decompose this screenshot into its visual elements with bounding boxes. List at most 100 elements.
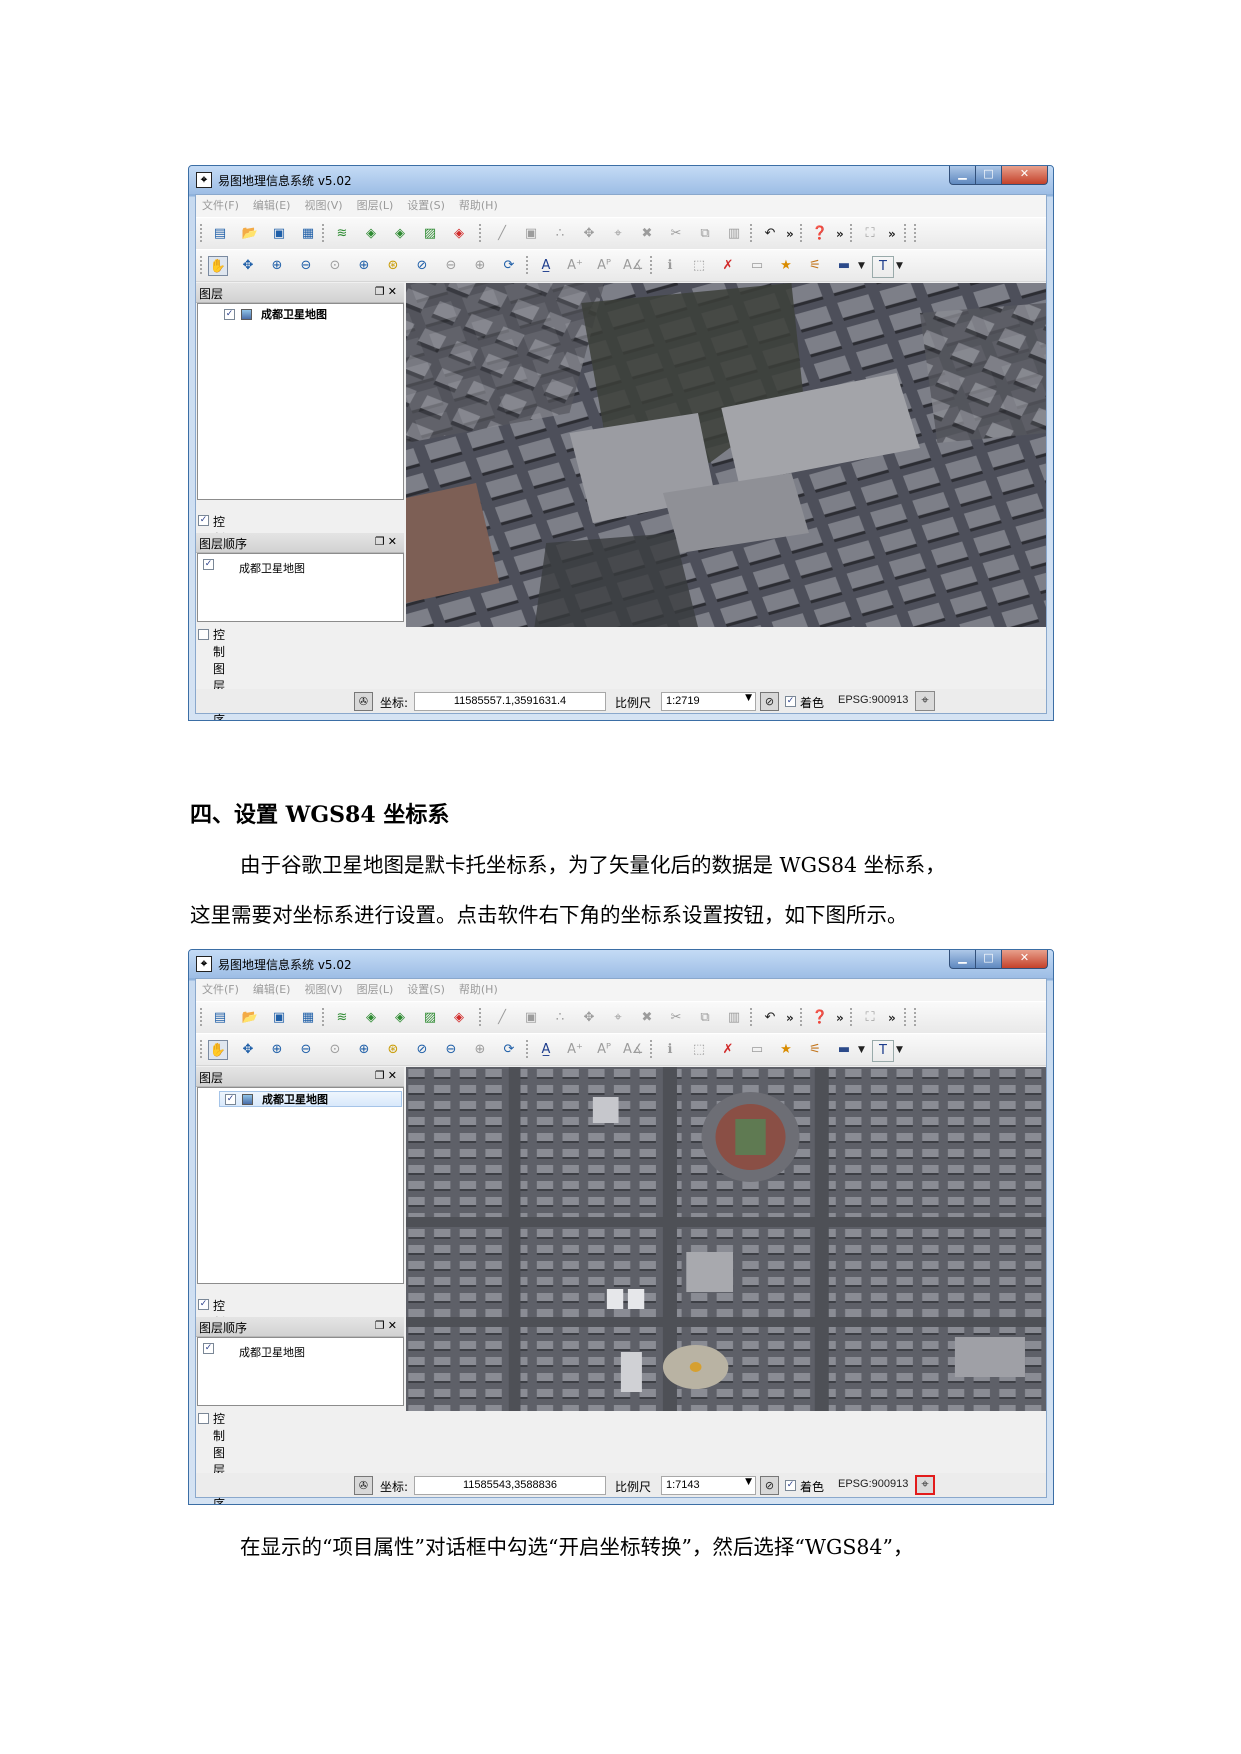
attribute-table-icon[interactable]: ▭: [747, 1040, 767, 1060]
toolbar-grip[interactable]: [650, 256, 655, 274]
toolbar-grip[interactable]: [850, 224, 855, 242]
help-icon[interactable]: ❓: [810, 224, 830, 244]
pan-tool-status-icon[interactable]: ✇: [354, 1476, 373, 1495]
more-chevron-icon[interactable]: »: [836, 224, 844, 244]
menu-help[interactable]: 帮助(H): [459, 195, 498, 217]
control-layer-order-checkbox[interactable]: [198, 629, 209, 640]
more-chevron-icon[interactable]: »: [836, 1008, 844, 1028]
save-as-icon[interactable]: ▦: [298, 1008, 318, 1028]
crs-settings-button[interactable]: ⌖: [915, 691, 935, 711]
label-add-icon[interactable]: A⁺: [565, 1040, 585, 1060]
dropdown-arrow-icon[interactable]: ▼: [858, 256, 865, 276]
scale-combo[interactable]: 1:2719 ▼: [661, 692, 756, 711]
more-chevron-icon[interactable]: »: [888, 224, 896, 244]
order-layer-checkbox[interactable]: ✓: [203, 1343, 214, 1354]
toolbar-grip[interactable]: [322, 224, 327, 242]
toolbar-grip[interactable]: [479, 1008, 484, 1026]
panel-float-close-icon[interactable]: ❐✕: [375, 285, 400, 298]
zoom-next-icon[interactable]: ⊕: [470, 1040, 490, 1060]
zoom-next-icon[interactable]: ⊕: [470, 256, 490, 276]
order-layer-name[interactable]: 成都卫星地图: [239, 560, 305, 576]
toolbar-grip[interactable]: [750, 1008, 755, 1026]
zoom-actual-icon[interactable]: ⊙: [325, 1040, 345, 1060]
toolbar-grip[interactable]: [750, 224, 755, 242]
add-vector-layer-icon[interactable]: ◈: [390, 1008, 410, 1028]
refresh-map-icon[interactable]: ⟳: [499, 256, 519, 276]
toolbar-grip[interactable]: [914, 224, 919, 242]
panel-float-close-icon[interactable]: ❐✕: [375, 535, 400, 548]
move-feature-icon[interactable]: ✥: [579, 1008, 599, 1028]
save-as-icon[interactable]: ▦: [298, 224, 318, 244]
zoom-actual-icon[interactable]: ⊙: [325, 256, 345, 276]
coord-field[interactable]: 11585543,3588836: [414, 1476, 606, 1495]
crs-settings-button[interactable]: ⌖: [915, 1475, 935, 1495]
stop-render-icon[interactable]: ⊘: [760, 692, 779, 711]
edit-pencil-icon[interactable]: ╱: [492, 1008, 512, 1028]
zoom-selection-icon[interactable]: ⊘: [412, 1040, 432, 1060]
label-rotate-icon[interactable]: A∡: [623, 1040, 644, 1060]
undo-icon[interactable]: ↶: [760, 1008, 780, 1028]
toolbar-grip[interactable]: [650, 1040, 655, 1058]
add-vector-layer-icon[interactable]: ◈: [390, 224, 410, 244]
toolbar-grip[interactable]: [479, 224, 484, 242]
node-tool-icon[interactable]: ⌖: [608, 1008, 628, 1028]
menu-view[interactable]: 视图(V): [304, 979, 342, 1001]
identify-icon[interactable]: ⛶: [860, 1008, 880, 1028]
more-chevron-icon[interactable]: »: [786, 1008, 794, 1028]
identify-icon[interactable]: ⛶: [860, 224, 880, 244]
menu-settings[interactable]: 设置(S): [407, 195, 445, 217]
layer-row[interactable]: ✓ 成都卫星地图: [219, 307, 402, 323]
map-canvas[interactable]: [406, 1067, 1046, 1411]
panel-float-close-icon[interactable]: ❐✕: [375, 1319, 400, 1332]
toolbar-grip[interactable]: [526, 256, 531, 274]
stop-render-icon[interactable]: ⊘: [760, 1476, 779, 1495]
new-layer-icon[interactable]: ≋: [332, 224, 352, 244]
deselect-icon[interactable]: ✗: [718, 1040, 738, 1060]
pan-select-icon[interactable]: ✋: [208, 256, 228, 276]
save-icon[interactable]: ▣: [269, 224, 289, 244]
select-feature-icon[interactable]: ⬚: [689, 256, 709, 276]
paste-icon[interactable]: ▥: [724, 1008, 744, 1028]
undo-icon[interactable]: ↶: [760, 224, 780, 244]
toolbar-grip[interactable]: [904, 1008, 909, 1026]
new-project-icon[interactable]: ▤: [210, 1008, 230, 1028]
menu-layer[interactable]: 图层(L): [357, 195, 394, 217]
identify-feature-icon[interactable]: ℹ: [660, 1040, 680, 1060]
label-pin-icon[interactable]: Aᴾ: [594, 256, 614, 276]
toolbar-grip[interactable]: [200, 224, 205, 242]
text-annotation-icon[interactable]: T: [872, 256, 894, 278]
maximize-button[interactable]: □: [976, 166, 1002, 185]
coord-field[interactable]: 11585557.1,3591631.4: [414, 692, 606, 711]
dropdown-arrow-icon[interactable]: ▼: [896, 1040, 903, 1060]
layer-visibility-checkbox[interactable]: ✓: [224, 309, 235, 320]
zoom-last-icon[interactable]: ⊖: [441, 256, 461, 276]
measure-line-icon[interactable]: ▬: [834, 256, 854, 276]
bookmark-icon[interactable]: ★: [776, 256, 796, 276]
refresh-map-icon[interactable]: ⟳: [499, 1040, 519, 1060]
measure-line-icon[interactable]: ▬: [834, 1040, 854, 1060]
pan-icon[interactable]: ✥: [238, 256, 258, 276]
add-layer-icon[interactable]: ◈: [361, 1008, 381, 1028]
maximize-button[interactable]: □: [976, 950, 1002, 969]
menu-file[interactable]: 文件(F): [202, 979, 239, 1001]
menu-edit[interactable]: 编辑(E): [253, 195, 291, 217]
move-feature-icon[interactable]: ✥: [579, 224, 599, 244]
toolbar-grip[interactable]: [904, 224, 909, 242]
layer-visibility-checkbox[interactable]: ✓: [225, 1094, 236, 1105]
new-layer-icon[interactable]: ≋: [332, 1008, 352, 1028]
menu-layer[interactable]: 图层(L): [357, 979, 394, 1001]
save-icon[interactable]: ▣: [269, 1008, 289, 1028]
order-layer-checkbox[interactable]: ✓: [203, 559, 214, 570]
dropdown-arrow-icon[interactable]: ▼: [896, 256, 903, 276]
toolbar-grip[interactable]: [914, 1008, 919, 1026]
menu-help[interactable]: 帮助(H): [459, 979, 498, 1001]
zoom-in-icon[interactable]: ⊕: [267, 1040, 287, 1060]
zoom-out-icon[interactable]: ⊖: [296, 256, 316, 276]
more-chevron-icon[interactable]: »: [786, 224, 794, 244]
order-layer-name[interactable]: 成都卫星地图: [239, 1344, 305, 1360]
zoom-layer-icon[interactable]: ⊛: [383, 1040, 403, 1060]
open-folder-icon[interactable]: 📂: [240, 224, 260, 244]
toolbar-grip[interactable]: [800, 224, 805, 242]
render-checkbox[interactable]: ✓: [785, 1480, 796, 1491]
panel-float-close-icon[interactable]: ❐✕: [375, 1069, 400, 1082]
